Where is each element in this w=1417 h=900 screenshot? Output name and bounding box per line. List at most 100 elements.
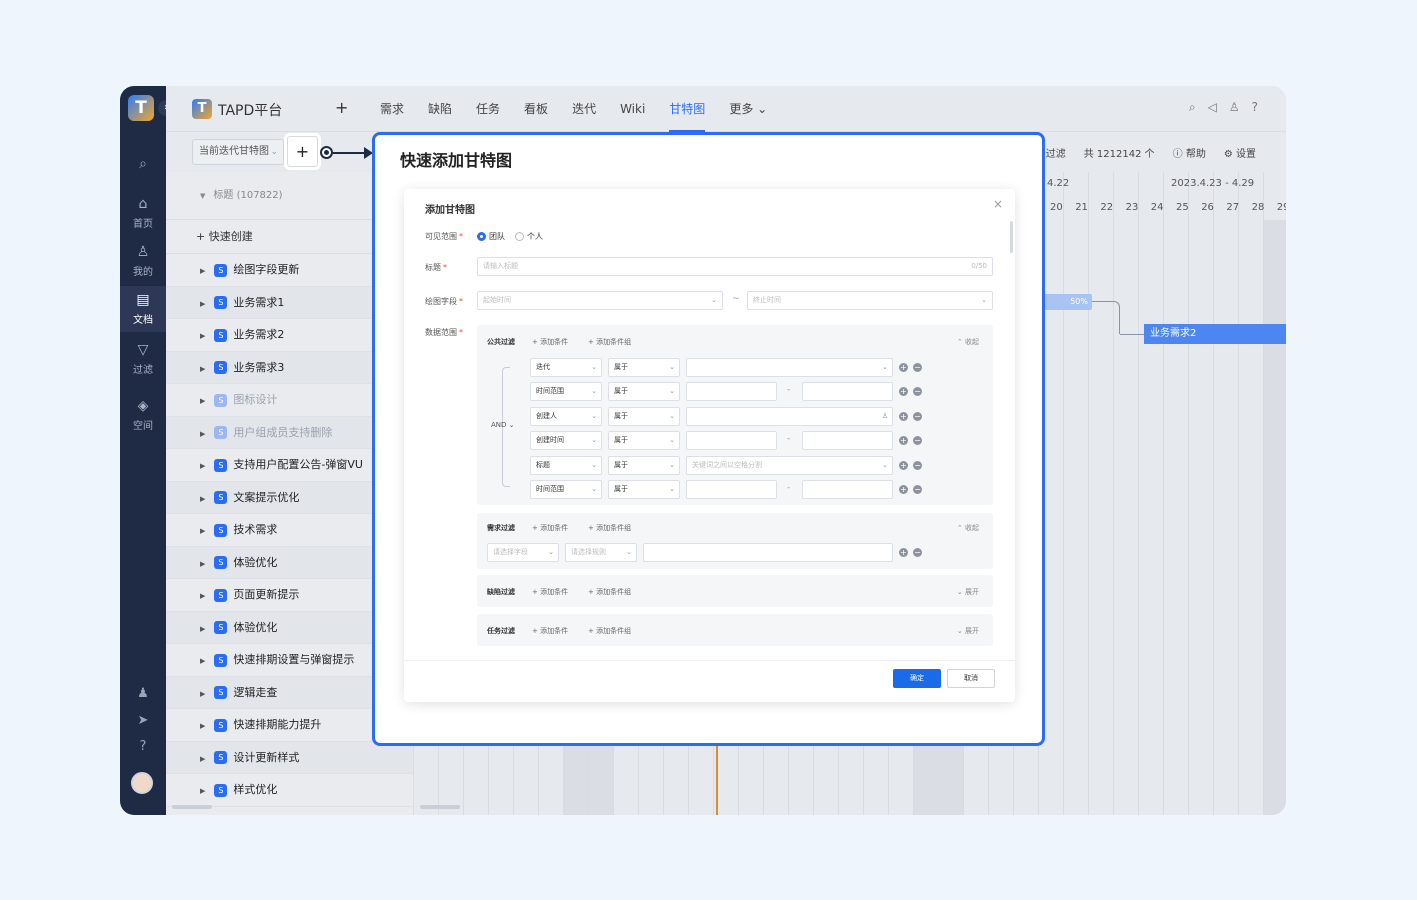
range-end-input[interactable] [802,431,893,451]
radio-team[interactable]: 团队 [477,231,505,242]
filter-button[interactable]: 过滤 [1046,145,1066,160]
caret-right-icon[interactable]: ▶ [200,495,205,503]
tab-bugs[interactable]: 缺陷 [428,86,452,132]
caret-right-icon[interactable]: ▶ [200,300,205,308]
add-condition-button[interactable]: + 添加条件 [532,587,568,597]
value-input[interactable] [643,543,893,562]
end-time-select[interactable]: 终止时间 ⌄ [747,291,993,310]
caret-right-icon[interactable]: ▶ [200,690,205,698]
field-select[interactable]: 请选择字段 ⌄ [487,543,559,562]
caret-right-icon[interactable]: ▶ [200,332,205,340]
add-row-icon[interactable]: + [899,387,908,397]
announcement-icon[interactable]: ◁ [1208,100,1217,115]
add-row-icon[interactable]: + [899,436,908,446]
rail-item-home[interactable]: ⌂ 首页 [120,196,166,230]
team-icon[interactable]: ♟ [120,686,166,701]
rail-item-space[interactable]: ◈ 空间 [120,398,166,432]
tab-iterations[interactable]: 迭代 [572,86,596,132]
tab-tasks[interactable]: 任务 [476,86,500,132]
caret-right-icon[interactable]: ▶ [200,462,205,470]
caret-right-icon[interactable]: ▶ [200,267,205,275]
add-row-icon[interactable]: + [899,363,908,372]
remove-row-icon[interactable]: − [913,485,922,494]
caret-right-icon[interactable]: ▶ [200,787,205,795]
caret-right-icon[interactable]: ▶ [200,592,205,600]
expand-toggle[interactable]: ⌄ 展开 [957,587,979,597]
remove-row-icon[interactable]: − [913,387,922,397]
add-condition-group-button[interactable]: + 添加条件组 [588,337,631,347]
rail-item-mine[interactable]: ♙ 我的 [120,244,166,278]
tab-wiki[interactable]: Wiki [620,86,645,132]
add-condition-group-button[interactable]: + 添加条件组 [588,626,631,636]
tab-gantt[interactable]: 甘特图 [669,86,706,132]
condition-operator-select[interactable]: 属于 ⌄ [608,358,680,377]
horizontal-scrollbar[interactable] [420,805,460,809]
range-start-input[interactable] [686,480,777,499]
caret-right-icon[interactable]: ▶ [200,397,205,405]
rule-select[interactable]: 请选择规则 ⌄ [565,543,637,562]
list-horizontal-scrollbar[interactable] [172,805,212,809]
caret-right-icon[interactable]: ▶ [200,365,205,373]
condition-operator-select[interactable]: 属于 ⌄ [608,406,680,426]
search-icon[interactable]: ⌕ [120,156,166,172]
caret-right-icon[interactable]: ▶ [200,755,205,763]
condition-field-select[interactable]: 标题 ⌄ [530,455,602,475]
help-icon[interactable]: ? [1252,100,1258,115]
condition-field-select[interactable]: 迭代 ⌄ [530,358,602,377]
tab-stories[interactable]: 需求 [380,86,404,132]
dialog-scrollbar[interactable] [1010,221,1013,253]
add-condition-button[interactable]: + 添加条件 [532,626,568,636]
caret-right-icon[interactable]: ▶ [200,527,205,535]
caret-right-icon[interactable]: ▶ [200,657,205,665]
remove-row-icon[interactable]: − [913,436,922,446]
send-icon[interactable]: ➤ [120,713,166,728]
rail-item-docs[interactable]: ▤ 文档 [120,286,166,332]
add-condition-button[interactable]: + 添加条件 [532,523,568,533]
add-condition-group-button[interactable]: + 添加条件组 [588,587,631,597]
condition-field-select[interactable]: 时间范围 ⌄ [530,382,602,402]
caret-right-icon[interactable]: ▶ [200,625,205,633]
tab-more[interactable]: 更多 ⌄ [729,86,767,132]
view-select[interactable]: 当前迭代甘特图 ⌄ [192,139,284,165]
condition-field-select[interactable]: 创建时间 ⌄ [530,431,602,451]
condition-operator-select[interactable]: 属于 ⌄ [608,431,680,451]
add-row-icon[interactable]: + [899,548,908,557]
collapse-toggle[interactable]: ⌃ 收起 [957,337,979,347]
start-time-select[interactable]: 起始时间 ⌄ [477,291,723,310]
condition-operator-select[interactable]: 属于 ⌄ [608,480,680,499]
condition-field-select[interactable]: 时间范围 ⌄ [530,480,602,499]
close-icon[interactable]: × [993,197,1003,211]
title-input[interactable]: 请输入标题 0/50 [477,257,993,276]
range-start-input[interactable] [686,382,777,402]
cancel-button[interactable]: 取消 [947,669,995,688]
collapse-toggle[interactable]: ⌃ 收起 [957,523,979,533]
workspace-name[interactable]: TAPD平台 [218,100,282,120]
range-end-input[interactable] [802,480,893,499]
caret-right-icon[interactable]: ▶ [200,722,205,730]
add-row-icon[interactable]: + [899,411,908,421]
confirm-button[interactable]: 确定 [893,669,941,688]
add-row-icon[interactable]: + [899,485,908,494]
list-item[interactable]: ▶ S 样式优化 [166,774,413,807]
gantt-bar[interactable]: 业务需求2 [1144,324,1286,344]
add-gantt-button[interactable]: + [287,136,318,167]
remove-row-icon[interactable]: − [913,411,922,421]
avatar[interactable] [131,772,153,794]
tab-board[interactable]: 看板 [524,86,548,132]
search-icon[interactable]: ⌕ [1189,100,1196,115]
condition-value-select[interactable]: ⌄ [686,358,893,377]
gantt-bar[interactable]: 50% [1044,294,1092,310]
condition-operator-select[interactable]: 属于 ⌄ [608,382,680,402]
remove-row-icon[interactable]: − [913,548,922,557]
caret-right-icon[interactable]: ▶ [200,560,205,568]
range-start-input[interactable] [686,431,777,451]
help-button[interactable]: ⓘ 帮助 [1173,145,1206,160]
condition-value-select[interactable]: 关键词之间以空格分割 ⌄ [686,455,893,475]
condition-operator-select[interactable]: 属于 ⌄ [608,455,680,475]
account-icon[interactable]: ♙ [1229,100,1240,115]
add-condition-button[interactable]: + 添加条件 [532,337,568,347]
add-row-icon[interactable]: + [899,460,908,470]
create-icon[interactable]: + [335,98,348,117]
user-picker[interactable]: ♙ [686,406,893,426]
condition-field-select[interactable]: 创建人 ⌄ [530,406,602,426]
